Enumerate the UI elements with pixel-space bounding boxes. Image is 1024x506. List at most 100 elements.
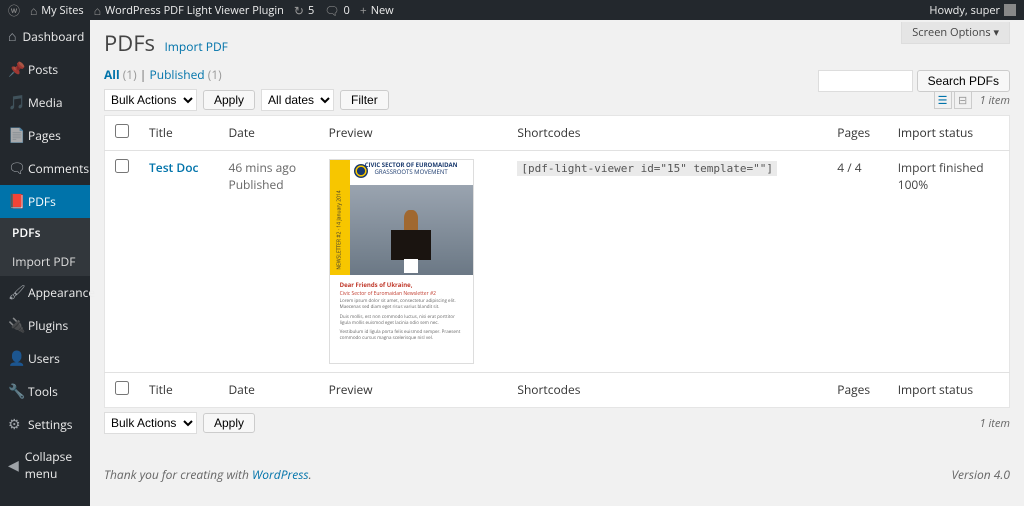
sidebar-label: Appearance (28, 284, 95, 301)
sidebar-submenu-pdfs: PDFs Import PDF (0, 218, 90, 276)
sidebar-label: Pages (28, 127, 61, 144)
submenu-pdfs[interactable]: PDFs (0, 218, 90, 247)
select-all-checkbox-footer[interactable] (115, 381, 129, 395)
avatar (1004, 4, 1016, 16)
col-pages: Pages (827, 116, 887, 151)
filter-button[interactable]: Filter (340, 90, 389, 110)
site-name-link[interactable]: ⌂ WordPress PDF Light Viewer Plugin (94, 2, 284, 19)
item-count-bottom: 1 item (980, 416, 1010, 431)
comments-link[interactable]: 🗨0 (324, 2, 350, 19)
comment-icon: 🗨 (324, 2, 339, 19)
sidebar-item-pages[interactable]: 📄 Pages (0, 119, 90, 152)
howdy-account[interactable]: Howdy, super (929, 3, 1016, 18)
my-sites-link[interactable]: ⌂ My Sites (30, 2, 84, 19)
sidebar-label: Collapse menu (25, 448, 82, 482)
site-name-label: WordPress PDF Light Viewer Plugin (105, 3, 284, 18)
col-shortcodes: Shortcodes (507, 116, 827, 151)
sidebar-item-appearance[interactable]: 🖌Appearance (0, 276, 90, 309)
row-checkbox[interactable] (115, 159, 129, 173)
row-status-percent: 100% (898, 176, 929, 193)
preview-body-text: Vestibulum id ligula porta felis euismod… (340, 330, 463, 342)
plugin-icon: 🔌 (8, 316, 22, 335)
wordpress-icon: ⓦ (8, 2, 20, 19)
collapse-menu[interactable]: ◀ Collapse menu (0, 441, 90, 489)
col-date[interactable]: Date (218, 373, 318, 408)
sidebar-item-tools[interactable]: 🔧Tools (0, 375, 90, 408)
pdf-preview-thumb[interactable]: CIVIC SECTOR OF EUROMAIDANGRASSROOTS MOV… (329, 159, 474, 364)
pdf-icon: 📕 (8, 192, 22, 211)
sidebar-item-users[interactable]: 👤 Users (0, 342, 90, 375)
apply-bulk-button[interactable]: Apply (203, 90, 255, 110)
preview-body-text: Duis mollis, est non commodo luctus, nis… (340, 315, 463, 327)
sidebar-item-dashboard[interactable]: ⌂Dashboard (0, 20, 90, 53)
sidebar-label: Plugins (28, 317, 68, 334)
filter-all[interactable]: All (104, 66, 120, 83)
row-date-status: Published (228, 176, 283, 193)
sidebar-item-posts[interactable]: 📌 Posts (0, 53, 90, 86)
wp-logo[interactable]: ⓦ (8, 2, 20, 19)
filter-all-count: (1) (123, 66, 137, 83)
sites-icon: ⌂ (30, 2, 37, 19)
date-filter-select[interactable]: All dates (261, 89, 334, 111)
bulk-actions-select-bottom[interactable]: Bulk Actions (104, 412, 197, 434)
page-icon: 📄 (8, 126, 22, 145)
sidebar-item-settings[interactable]: ⚙Settings (0, 408, 90, 441)
col-preview: Preview (319, 373, 508, 408)
view-excerpt[interactable]: ⊟ (954, 91, 972, 109)
row-title-link[interactable]: Test Doc (149, 159, 198, 176)
preview-red-sub: Civic Sector of Euromaidan Newsletter #2 (340, 291, 463, 297)
submenu-import-pdf[interactable]: Import PDF (0, 247, 90, 276)
sidebar-label: Comments (28, 160, 89, 177)
col-date[interactable]: Date (218, 116, 318, 151)
sidebar-label: PDFs (28, 193, 56, 210)
preview-photo (350, 185, 473, 275)
sidebar-item-plugins[interactable]: 🔌 Plugins (0, 309, 90, 342)
bulk-actions-select[interactable]: Bulk Actions (104, 89, 197, 111)
col-title[interactable]: Title (139, 116, 218, 151)
howdy-label: Howdy, super (929, 3, 1000, 18)
view-list[interactable]: ☰ (934, 91, 952, 109)
sidebar-label: Settings (28, 416, 73, 433)
appearance-icon: 🖌 (8, 283, 22, 302)
sidebar-item-comments[interactable]: 🗨 Comments (0, 152, 90, 185)
users-icon: 👤 (8, 349, 22, 368)
media-icon: 🎵 (8, 93, 22, 112)
footer-wp-link[interactable]: WordPress (252, 466, 309, 483)
updates-link[interactable]: ↻5 (294, 2, 314, 19)
col-title[interactable]: Title (139, 373, 218, 408)
filter-published[interactable]: Published (150, 66, 205, 83)
preview-logo (354, 164, 368, 178)
comments-count: 0 (344, 3, 350, 18)
import-pdf-action[interactable]: Import PDF (164, 38, 227, 55)
sidebar-label: Dashboard (22, 28, 84, 45)
search-button[interactable]: Search PDFs (917, 70, 1010, 92)
row-shortcode: [pdf-light-viewer id="15" template=""] (517, 161, 777, 176)
sidebar-label: Posts (28, 61, 58, 78)
comment-icon: 🗨 (8, 159, 22, 178)
my-sites-label: My Sites (41, 3, 83, 18)
footer-thanks: Thank you for creating with WordPress. (104, 466, 312, 483)
preview-body-text: Lorem ipsum dolor sit amet, consectetur … (340, 299, 463, 311)
collapse-icon: ◀ (8, 456, 19, 475)
screen-options-toggle[interactable]: Screen Options ▾ (901, 22, 1010, 44)
apply-bulk-button-bottom[interactable]: Apply (203, 413, 255, 433)
pin-icon: 📌 (8, 60, 22, 79)
sidebar-label: Media (28, 94, 63, 111)
row-date-rel: 46 mins ago (228, 159, 296, 176)
home-icon: ⌂ (94, 2, 101, 19)
updates-count: 5 (308, 3, 314, 18)
search-input[interactable] (818, 70, 913, 92)
row-status-text: Import finished (898, 159, 984, 176)
preview-red-heading: Dear Friends of Ukraine, (340, 281, 463, 289)
preview-sidebar-text: NEWSLETTER #2 · 14 January 2014 (337, 190, 343, 269)
tools-icon: 🔧 (8, 382, 22, 401)
row-pages: 4 / 4 (827, 151, 887, 373)
preview-subheader: GRASSROOTS MOVEMENT (354, 169, 469, 176)
page-title: PDFs (104, 20, 155, 62)
sidebar-label: Users (28, 350, 60, 367)
sidebar-item-pdfs[interactable]: 📕 PDFs (0, 185, 90, 218)
footer-version: Version 4.0 (951, 466, 1010, 483)
sidebar-item-media[interactable]: 🎵 Media (0, 86, 90, 119)
new-content-link[interactable]: +New (360, 2, 394, 19)
select-all-checkbox[interactable] (115, 124, 129, 138)
